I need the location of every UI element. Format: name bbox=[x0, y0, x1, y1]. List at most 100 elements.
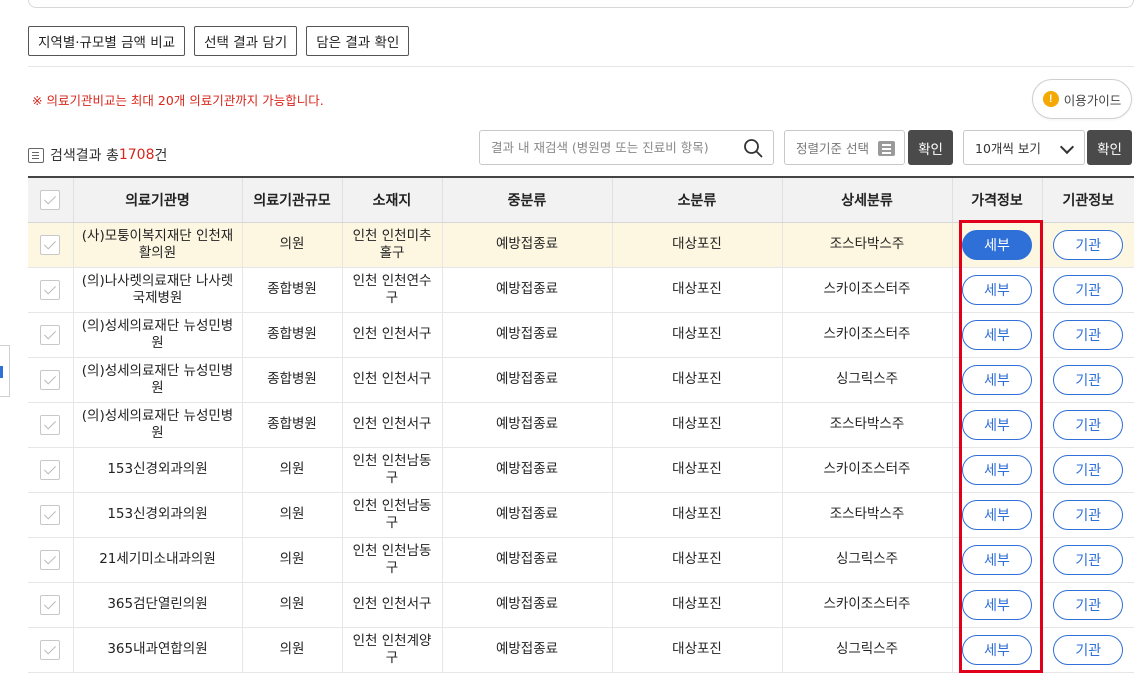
org-info-cell: 기관 bbox=[1042, 447, 1134, 493]
location-cell: 인천 인천서구 bbox=[342, 402, 443, 448]
org-info-button[interactable]: 기관 bbox=[1053, 544, 1124, 575]
detail-category-cell: 조스타박스주 bbox=[782, 492, 953, 538]
org-info-button[interactable]: 기관 bbox=[1053, 589, 1124, 620]
row-checkbox[interactable] bbox=[40, 639, 61, 660]
add-selected-results-button[interactable]: 선택 결과 담기 bbox=[194, 26, 298, 56]
row-checkbox[interactable] bbox=[40, 279, 61, 300]
result-count-prefix: 검색결과 총 bbox=[50, 148, 119, 164]
list-icon bbox=[28, 147, 44, 163]
sort-select[interactable]: 정렬기준 선택 bbox=[784, 130, 905, 165]
org-name-cell: (의)성세의료재단 뉴성민병원 bbox=[73, 357, 243, 403]
org-info-cell: 기관 bbox=[1042, 267, 1134, 313]
view-saved-results-button[interactable]: 담은 결과 확인 bbox=[306, 26, 410, 56]
detail-category-cell: 조스타박스주 bbox=[782, 402, 953, 448]
price-detail-button[interactable]: 세부 bbox=[962, 364, 1032, 395]
region-size-compare-button[interactable]: 지역별·규모별 금액 비교 bbox=[28, 26, 186, 56]
org-size-cell: 종합병원 bbox=[242, 312, 343, 358]
row-checkbox[interactable] bbox=[40, 459, 61, 480]
row-select-cell bbox=[28, 492, 74, 538]
org-info-button[interactable]: 기관 bbox=[1053, 634, 1124, 665]
small-category-cell: 대상포진 bbox=[612, 402, 783, 448]
org-size-cell: 종합병원 bbox=[242, 402, 343, 448]
search-panel-frame bbox=[28, 0, 1134, 8]
price-detail-button[interactable]: 세부 bbox=[962, 229, 1032, 260]
table-header-row: 의료기관명 의료기관규모 소재지 중분류 소분류 상세분류 가격정보 기관정보 bbox=[28, 176, 1134, 223]
org-info-cell: 기관 bbox=[1042, 312, 1134, 358]
org-name-cell: 153신경외과의원 bbox=[73, 447, 243, 493]
row-checkbox[interactable] bbox=[40, 324, 61, 345]
header-price-info: 가격정보 bbox=[952, 176, 1043, 223]
location-cell: 인천 인천서구 bbox=[342, 357, 443, 403]
org-info-button[interactable]: 기관 bbox=[1053, 364, 1124, 395]
price-detail-button[interactable]: 세부 bbox=[962, 544, 1032, 575]
org-info-button[interactable]: 기관 bbox=[1053, 409, 1124, 440]
sort-select-placeholder: 정렬기준 선택 bbox=[796, 141, 869, 156]
price-detail-button[interactable]: 세부 bbox=[962, 319, 1032, 350]
row-checkbox[interactable] bbox=[40, 414, 61, 435]
price-detail-button[interactable]: 세부 bbox=[962, 634, 1032, 665]
price-info-cell: 세부 bbox=[952, 312, 1043, 358]
price-info-cell: 세부 bbox=[952, 492, 1043, 538]
row-checkbox[interactable] bbox=[40, 504, 61, 525]
row-select-cell bbox=[28, 222, 74, 268]
price-detail-button[interactable]: 세부 bbox=[962, 454, 1032, 485]
org-info-button[interactable]: 기관 bbox=[1053, 274, 1124, 305]
org-info-cell: 기관 bbox=[1042, 582, 1134, 628]
row-checkbox[interactable] bbox=[40, 369, 61, 390]
org-size-cell: 종합병원 bbox=[242, 267, 343, 313]
side-panel-toggle[interactable] bbox=[0, 345, 10, 397]
mid-category-cell: 예방접종료 bbox=[442, 627, 613, 673]
org-size-cell: 의원 bbox=[242, 582, 343, 628]
result-count: 검색결과 총 1708 건 bbox=[28, 145, 167, 165]
price-detail-button[interactable]: 세부 bbox=[962, 409, 1032, 440]
price-info-cell: 세부 bbox=[952, 357, 1043, 403]
row-checkbox[interactable] bbox=[40, 234, 61, 255]
user-guide-button[interactable]: ! 이용가이드 bbox=[1032, 79, 1132, 119]
action-button-row: 지역별·규모별 금액 비교 선택 결과 담기 담은 결과 확인 bbox=[28, 26, 410, 56]
price-info-cell: 세부 bbox=[952, 267, 1043, 313]
org-info-cell: 기관 bbox=[1042, 222, 1134, 268]
per-page-confirm-button[interactable]: 확인 bbox=[1087, 130, 1132, 165]
org-info-button[interactable]: 기관 bbox=[1053, 319, 1124, 350]
org-info-button[interactable]: 기관 bbox=[1053, 499, 1124, 530]
small-category-cell: 대상포진 bbox=[612, 222, 783, 268]
header-detail-category: 상세분류 bbox=[782, 176, 953, 223]
org-size-cell: 의원 bbox=[242, 627, 343, 673]
table-row: 153신경외과의원 의원 인천 인천남동구 예방접종료 대상포진 조스타박스주 세부 기관 bbox=[28, 492, 1134, 538]
org-info-cell: 기관 bbox=[1042, 627, 1134, 673]
section-divider bbox=[28, 66, 1134, 67]
result-search-input[interactable] bbox=[491, 140, 741, 155]
header-location: 소재지 bbox=[342, 176, 443, 223]
org-size-cell: 의원 bbox=[242, 222, 343, 268]
mid-category-cell: 예방접종료 bbox=[442, 357, 613, 403]
table-body: (사)모퉁이복지재단 인천재활의원 의원 인천 인천미추홀구 예방접종료 대상포진 조스타… bbox=[28, 222, 1134, 673]
sort-confirm-button[interactable]: 확인 bbox=[908, 130, 953, 165]
org-name-cell: 365내과연합의원 bbox=[73, 627, 243, 673]
row-checkbox[interactable] bbox=[40, 594, 61, 615]
price-detail-button[interactable]: 세부 bbox=[962, 274, 1032, 305]
select-all-checkbox[interactable] bbox=[40, 189, 61, 210]
price-detail-button[interactable]: 세부 bbox=[962, 499, 1032, 530]
mid-category-cell: 예방접종료 bbox=[442, 582, 613, 628]
exclamation-icon: ! bbox=[1042, 91, 1059, 107]
org-info-button[interactable]: 기관 bbox=[1053, 454, 1124, 485]
mid-category-cell: 예방접종료 bbox=[442, 267, 613, 313]
detail-category-cell: 스카이조스터주 bbox=[782, 267, 953, 313]
mid-category-cell: 예방접종료 bbox=[442, 222, 613, 268]
chevron-down-icon bbox=[1059, 139, 1075, 155]
header-mid-category: 중분류 bbox=[442, 176, 613, 223]
table-row: 153신경외과의원 의원 인천 인천남동구 예방접종료 대상포진 스카이조스터주 세부 기관 bbox=[28, 447, 1134, 493]
per-page-select[interactable]: 10개씩 보기 bbox=[963, 130, 1085, 165]
row-select-cell bbox=[28, 357, 74, 403]
search-icon[interactable] bbox=[743, 138, 763, 158]
mid-category-cell: 예방접종료 bbox=[442, 537, 613, 583]
org-info-cell: 기관 bbox=[1042, 402, 1134, 448]
row-checkbox[interactable] bbox=[40, 549, 61, 570]
table-row: (의)성세의료재단 뉴성민병원 종합병원 인천 인천서구 예방접종료 대상포진 싱그릭스주… bbox=[28, 357, 1134, 403]
price-detail-button[interactable]: 세부 bbox=[962, 589, 1032, 620]
table-row: (사)모퉁이복지재단 인천재활의원 의원 인천 인천미추홀구 예방접종료 대상포진 조스타… bbox=[28, 222, 1134, 268]
org-size-cell: 의원 bbox=[242, 537, 343, 583]
org-info-cell: 기관 bbox=[1042, 492, 1134, 538]
org-info-button[interactable]: 기관 bbox=[1053, 229, 1124, 260]
results-table: 의료기관명 의료기관규모 소재지 중분류 소분류 상세분류 가격정보 기관정보 … bbox=[28, 176, 1134, 673]
